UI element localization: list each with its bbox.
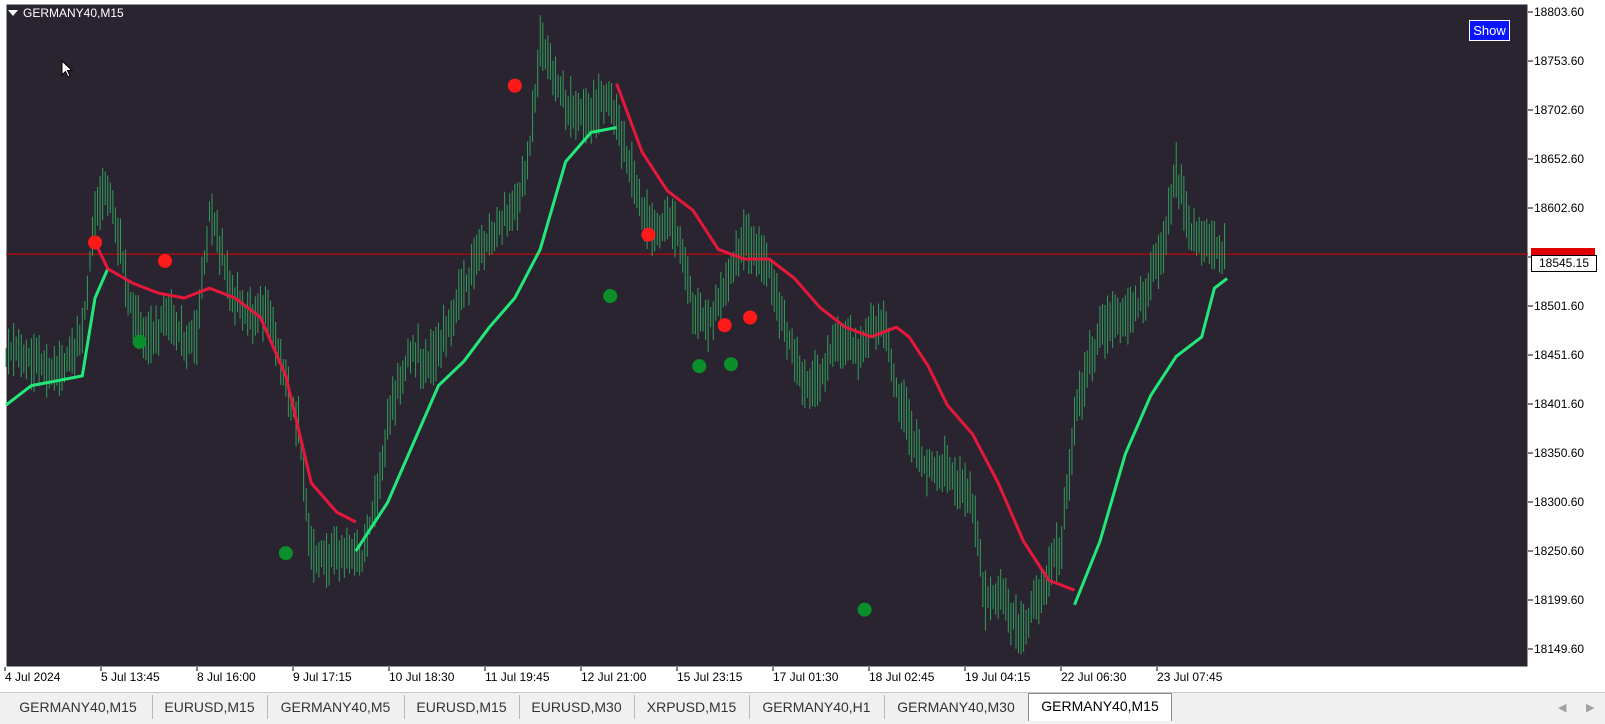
x-axis-label: 5 Jul 13:45 — [101, 670, 160, 684]
y-axis-label: 18652.60 — [1534, 152, 1585, 166]
buy-signal-dot — [857, 602, 872, 617]
chart-tab-bar: GERMANY40,M15 EURUSD,M15 GERMANY40,M5 EURUS… — [0, 692, 1605, 724]
scroll-right-arrow-icon[interactable]: ▶ — [1586, 701, 1594, 714]
dropdown-triangle-icon[interactable] — [8, 10, 18, 16]
scroll-left-arrow-icon[interactable]: ◀ — [1558, 701, 1566, 714]
x-axis-label: 11 Jul 19:45 — [485, 670, 550, 684]
sell-signal-dot — [158, 253, 172, 268]
buy-signal-dot — [724, 357, 739, 372]
chart-tab[interactable]: EURUSD,M15 — [404, 695, 520, 719]
x-axis-label: 9 Jul 17:15 — [293, 670, 352, 684]
y-axis-label: 18250.60 — [1534, 544, 1585, 558]
chart-tab[interactable]: EURUSD,M15 — [152, 695, 268, 719]
show-button[interactable]: Show — [1469, 20, 1510, 41]
sell-signal-dot — [743, 310, 758, 325]
x-axis-label: 8 Jul 16:00 — [197, 670, 256, 684]
x-axis-label: 22 Jul 06:30 — [1061, 670, 1127, 684]
y-axis-label: 18602.60 — [1534, 201, 1585, 215]
x-axis-label: 18 Jul 02:45 — [869, 670, 935, 684]
y-axis-label: 18753.60 — [1534, 54, 1585, 68]
y-axis-label: 18803.60 — [1534, 5, 1585, 19]
mouse-cursor-icon — [61, 60, 73, 78]
y-axis-label: 18199.60 — [1534, 593, 1585, 607]
y-axis-label: 18501.60 — [1534, 299, 1585, 313]
y-axis-label: 18300.60 — [1534, 495, 1585, 509]
y-axis-label: 18451.60 — [1534, 348, 1585, 362]
y-axis-label: 18702.60 — [1534, 103, 1585, 117]
chart-window[interactable]: GERMANY40,M15 Show 18803.60 18753.60 18702… — [0, 0, 1605, 690]
chart-tab[interactable]: GERMANY40,M5 — [267, 695, 405, 719]
sell-signal-dot — [641, 227, 656, 242]
sell-signal-dot — [88, 235, 103, 250]
sell-signal-dot — [717, 318, 732, 333]
sell-signal-dot — [507, 78, 522, 93]
y-axis-label: 18401.60 — [1534, 397, 1585, 411]
chart-tab[interactable]: GERMANY40,M15 — [4, 695, 153, 719]
y-axis-label: 18149.60 — [1534, 642, 1585, 656]
x-axis-label: 17 Jul 01:30 — [773, 670, 839, 684]
chart-title: GERMANY40,M15 — [8, 6, 124, 20]
chart-title-text: GERMANY40,M15 — [23, 6, 124, 20]
chart-tab[interactable]: XRPUSD,M15 — [634, 695, 750, 719]
x-axis-label: 19 Jul 04:15 — [965, 670, 1031, 684]
chart-tab[interactable]: GERMANY40,M30 — [884, 695, 1029, 719]
x-axis-label: 23 Jul 07:45 — [1157, 670, 1223, 684]
chart-tab[interactable]: GERMANY40,H1 — [749, 695, 885, 719]
x-axis-label: 4 Jul 2024 — [5, 670, 61, 684]
chart-tab[interactable]: EURUSD,M30 — [519, 695, 635, 719]
buy-signal-dot — [278, 546, 293, 561]
x-axis-label: 10 Jul 18:30 — [389, 670, 455, 684]
x-axis-label: 15 Jul 23:15 — [677, 670, 743, 684]
buy-signal-dot — [132, 334, 147, 349]
current-price-label: 18545.15 — [1531, 255, 1597, 272]
price-chart[interactable] — [0, 0, 1605, 690]
buy-signal-dot — [692, 359, 707, 374]
buy-signal-dot — [603, 289, 618, 304]
x-axis-label: 12 Jul 21:00 — [581, 670, 647, 684]
plot-area — [5, 3, 1529, 668]
y-axis-label: 18350.60 — [1534, 446, 1585, 460]
chart-tab[interactable]: GERMANY40,M15 — [1028, 693, 1172, 721]
